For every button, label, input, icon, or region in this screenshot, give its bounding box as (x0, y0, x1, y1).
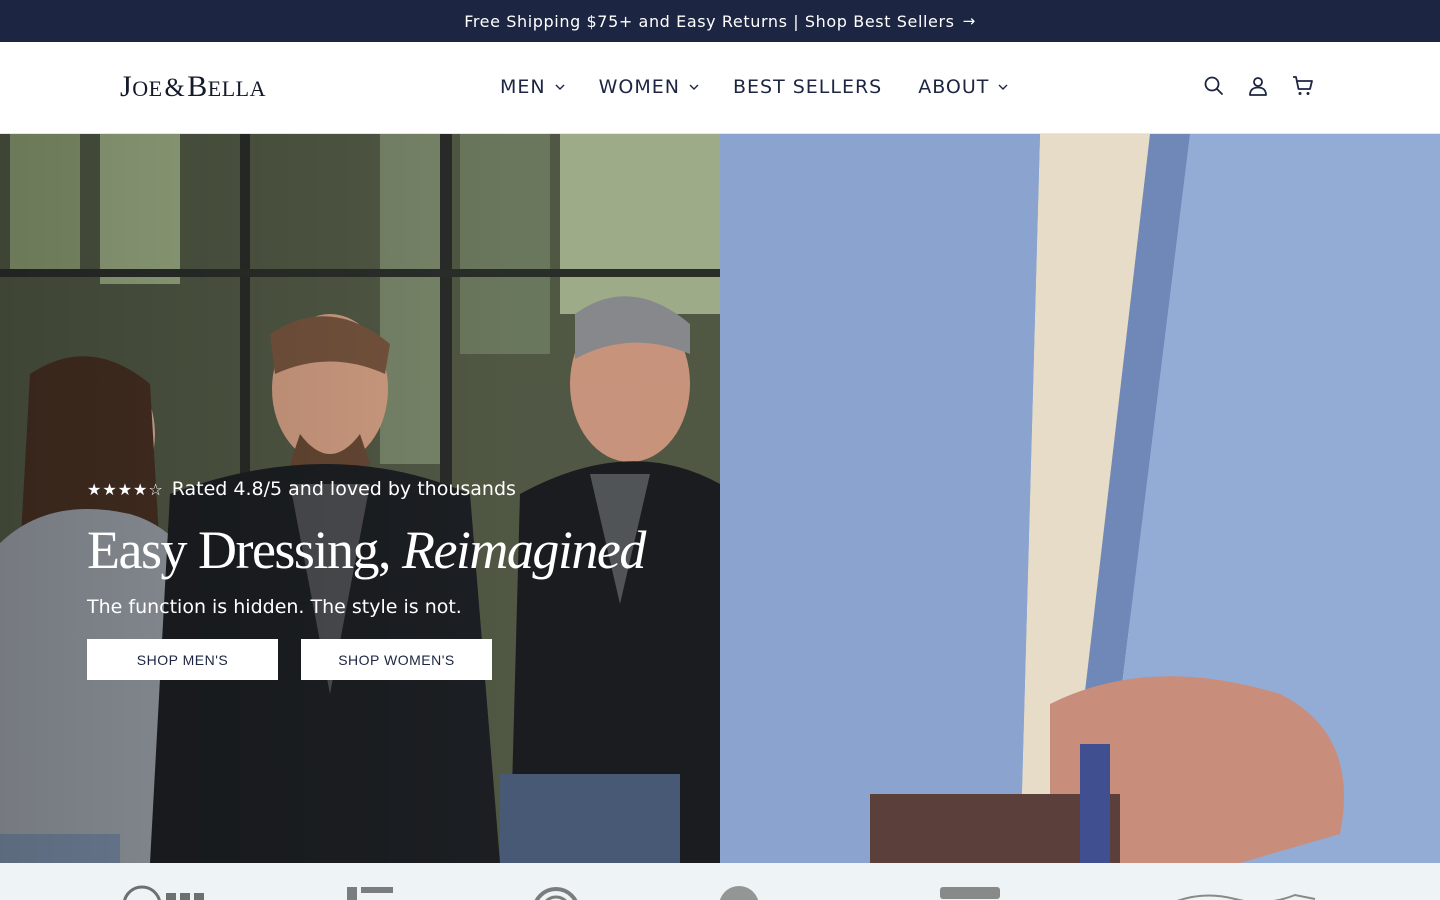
arrow-right-icon: → (962, 12, 976, 30)
logo-text: ELLA (207, 76, 266, 101)
hero-cta-group: SHOP MEN'S SHOP WOMEN'S (87, 639, 515, 680)
logo-ampersand: & (164, 73, 186, 102)
hero-subtitle: The function is hidden. The style is not… (87, 596, 462, 618)
hero-title-italic: Reimagined (401, 520, 646, 580)
hero-video-illustration (720, 134, 1440, 863)
logo-letter: B (187, 70, 208, 103)
pbs-logo (123, 885, 204, 900)
magazine-logo (347, 887, 393, 900)
nav-item-label: MEN (500, 76, 546, 98)
badge-logo (719, 886, 759, 900)
main-nav: MEN WOMEN BEST SELLERS ABOUT (500, 72, 1042, 102)
rating-line: ★★★★☆ Rated 4.8/5 and loved by thousands (87, 474, 707, 504)
brand-logo[interactable]: J OE & B ELLA (120, 70, 266, 104)
logo-text: OE (132, 76, 163, 101)
rating-text: Rated 4.8/5 and loved by thousands (171, 478, 516, 500)
nav-item-label: BEST SELLERS (732, 76, 883, 98)
cart-icon[interactable] (1291, 74, 1315, 98)
nav-item-label: WOMEN (598, 76, 680, 98)
nav-item-best-sellers[interactable]: BEST SELLERS (733, 76, 882, 98)
search-icon[interactable] (1202, 74, 1226, 98)
nav-item-men[interactable]: MEN (500, 76, 565, 98)
nav-item-about[interactable]: ABOUT (918, 76, 1008, 98)
announcement-bar[interactable]: Free Shipping $75+ and Easy Returns | Sh… (0, 0, 1440, 42)
nav-item-label: ABOUT (918, 76, 990, 98)
nav-item-women[interactable]: WOMEN (599, 76, 699, 98)
press-logo-strip (0, 863, 1440, 900)
script-logo (1176, 893, 1316, 900)
account-icon[interactable] (1246, 74, 1270, 98)
hero-title: Easy Dressing, Reimagined (87, 518, 707, 582)
chevron-down-icon (998, 84, 1008, 90)
chevron-down-icon (555, 84, 565, 90)
logo-letter: J (120, 70, 133, 103)
circle-logo (534, 887, 578, 900)
shop-mens-button[interactable]: SHOP MEN'S (87, 639, 278, 680)
hero-title-main: Easy Dressing, (87, 520, 391, 580)
chevron-down-icon (689, 84, 699, 90)
shop-womens-button[interactable]: SHOP WOMEN'S (301, 639, 492, 680)
hero-section: ★★★★☆ Rated 4.8/5 and loved by thousands… (0, 134, 1440, 863)
star-rating-icon: ★★★★☆ (87, 479, 164, 499)
good-housekeeping-logo (940, 887, 1000, 899)
hero-video-shirt-closeup (720, 134, 1440, 863)
hero-content: ★★★★☆ Rated 4.8/5 and loved by thousands… (87, 474, 707, 680)
announcement-text: Free Shipping $75+ and Easy Returns | Sh… (464, 11, 955, 31)
